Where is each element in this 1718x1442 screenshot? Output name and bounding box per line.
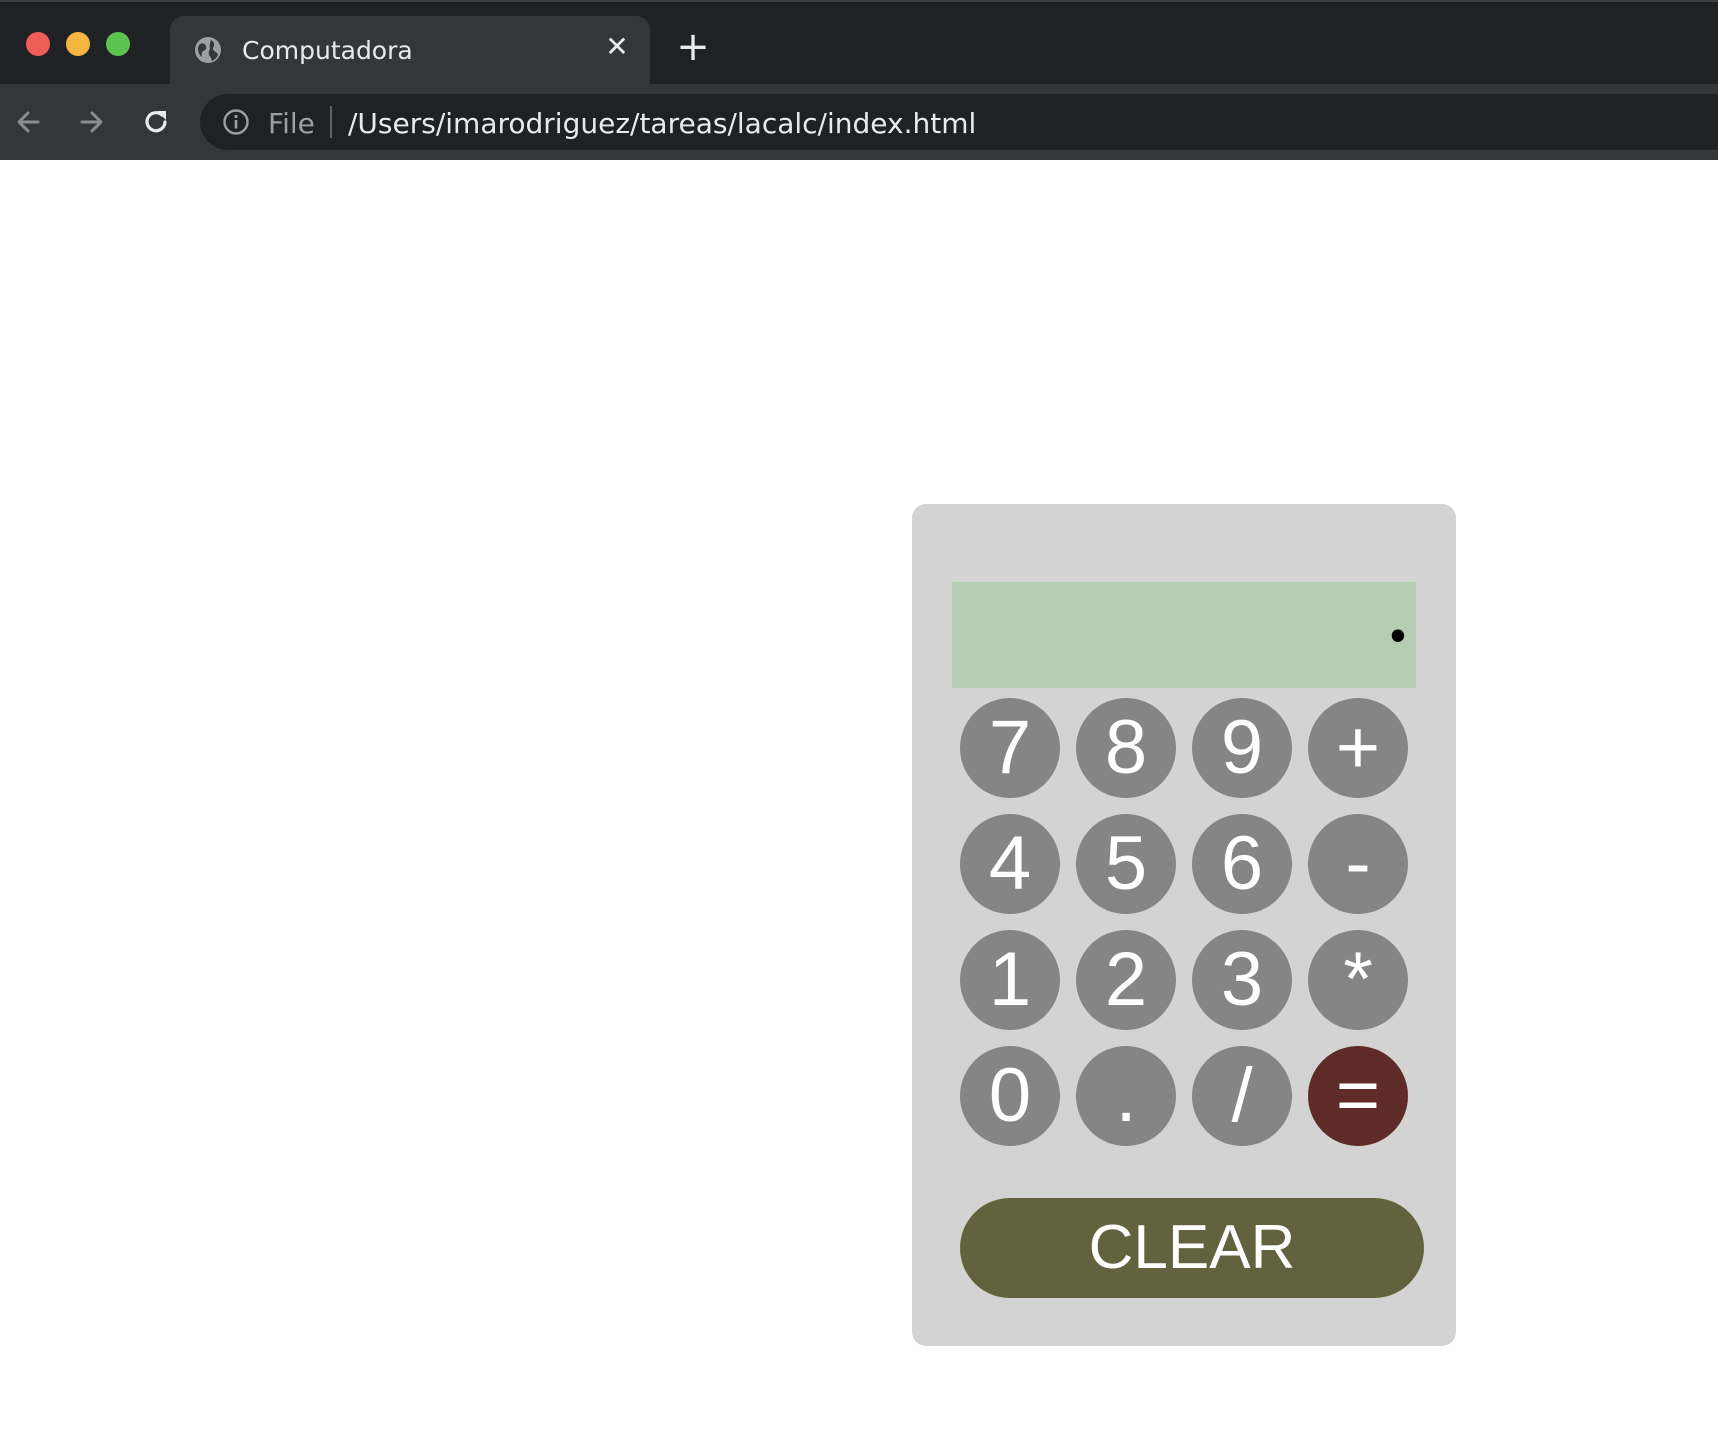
key-4[interactable]: 4 xyxy=(960,814,1060,914)
address-divider xyxy=(330,106,332,138)
back-arrow-icon[interactable] xyxy=(8,102,48,142)
tab-title: Computadora xyxy=(242,36,413,65)
address-bar[interactable]: File /Users/imarodriguez/tareas/lacalc/i… xyxy=(200,94,1718,150)
key-0[interactable]: 0 xyxy=(960,1046,1060,1146)
close-window-button[interactable] xyxy=(26,32,50,56)
calculator: • 7 8 9 + 4 5 6 - 1 2 3 * 0 . / = CLEAR xyxy=(912,504,1456,1346)
key-3[interactable]: 3 xyxy=(1192,930,1292,1030)
key-plus[interactable]: + xyxy=(1308,698,1408,798)
reload-icon[interactable] xyxy=(136,102,176,142)
close-tab-icon[interactable]: ✕ xyxy=(602,32,632,62)
globe-icon xyxy=(195,37,221,63)
key-minus[interactable]: - xyxy=(1308,814,1408,914)
clear-button[interactable]: CLEAR xyxy=(960,1198,1424,1298)
key-8[interactable]: 8 xyxy=(1076,698,1176,798)
key-equals[interactable]: = xyxy=(1308,1046,1408,1146)
info-icon[interactable] xyxy=(222,108,250,136)
calculator-display: • xyxy=(952,582,1416,688)
key-9[interactable]: 9 xyxy=(1192,698,1292,798)
new-tab-button[interactable]: + xyxy=(676,27,710,67)
browser-chrome: Computadora ✕ + File /Users/imarodriguez… xyxy=(0,0,1718,160)
scheme-label: File xyxy=(268,107,315,140)
browser-tab[interactable]: Computadora ✕ xyxy=(170,16,650,86)
browser-toolbar: File /Users/imarodriguez/tareas/lacalc/i… xyxy=(0,84,1718,160)
minimize-window-button[interactable] xyxy=(66,32,90,56)
key-5[interactable]: 5 xyxy=(1076,814,1176,914)
key-multiply[interactable]: * xyxy=(1308,930,1408,1030)
key-7[interactable]: 7 xyxy=(960,698,1060,798)
key-divide[interactable]: / xyxy=(1192,1046,1292,1146)
key-6[interactable]: 6 xyxy=(1192,814,1292,914)
key-1[interactable]: 1 xyxy=(960,930,1060,1030)
key-decimal[interactable]: . xyxy=(1076,1046,1176,1146)
key-2[interactable]: 2 xyxy=(1076,930,1176,1030)
url-text[interactable]: /Users/imarodriguez/tareas/lacalc/index.… xyxy=(348,107,976,140)
forward-arrow-icon[interactable] xyxy=(72,102,112,142)
maximize-window-button[interactable] xyxy=(106,32,130,56)
